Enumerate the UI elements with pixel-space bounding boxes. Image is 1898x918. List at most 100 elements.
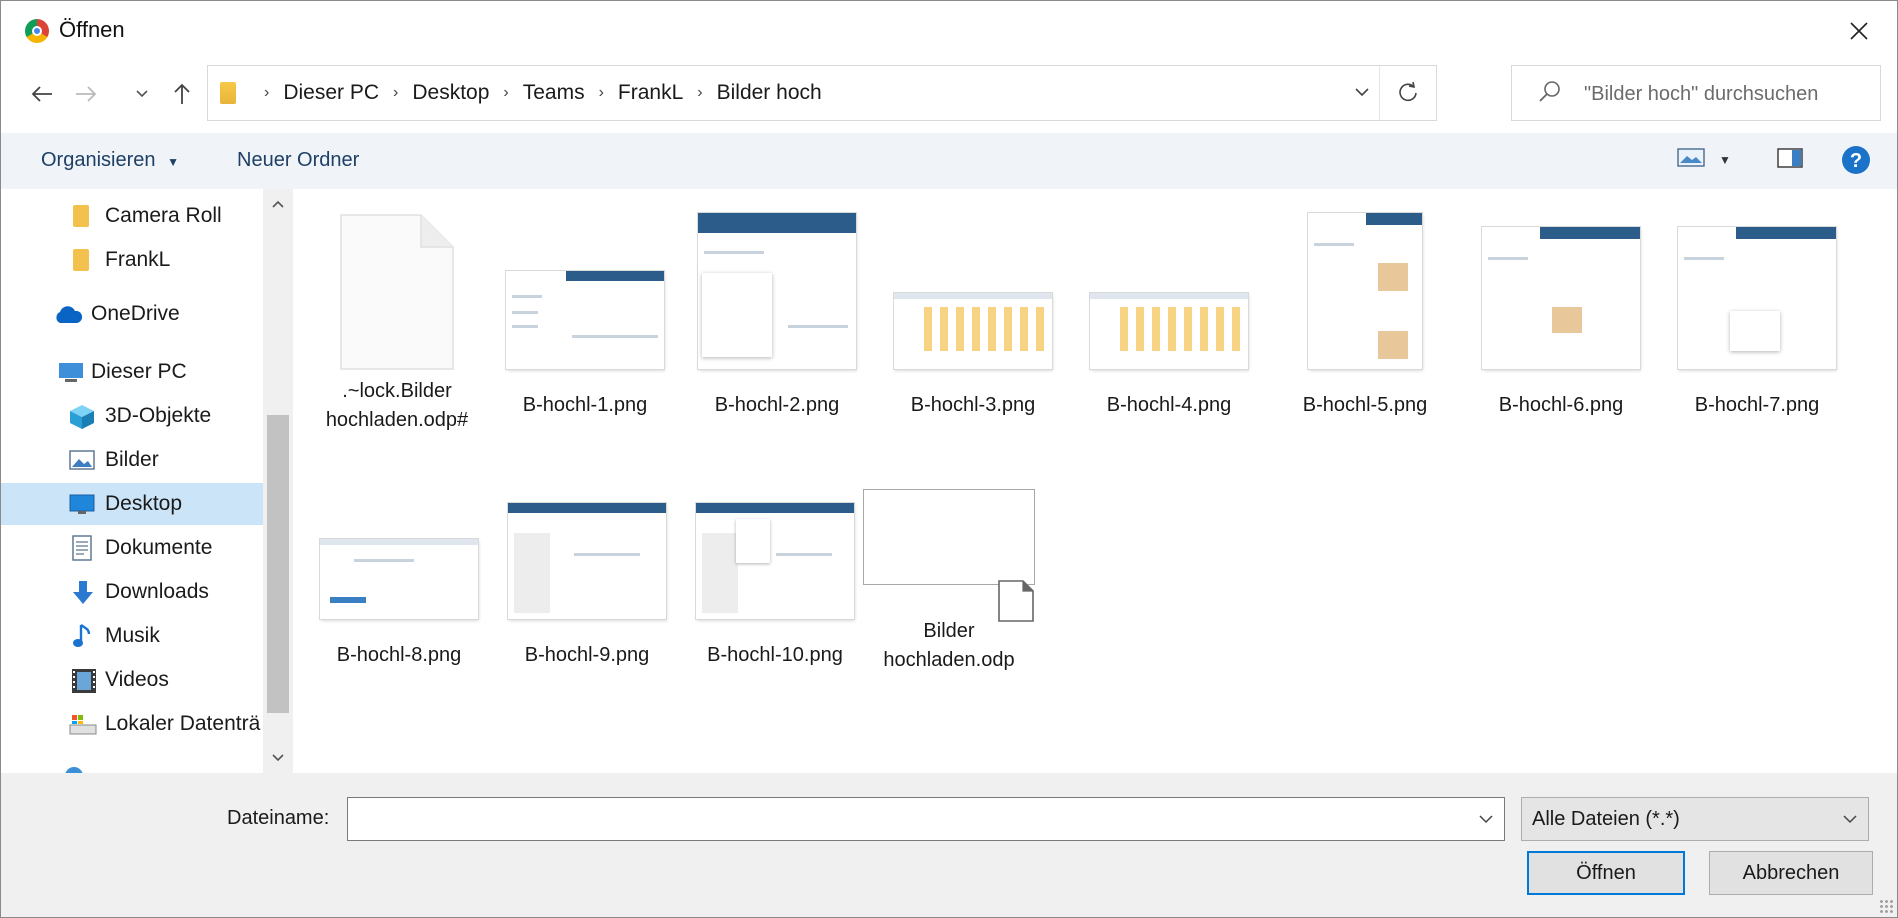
image-thumbnail [894, 293, 1052, 369]
music-icon [73, 624, 91, 647]
file-name: .~lock.Bilder hochladen.odp# [325, 380, 469, 431]
filename-dropdown-button[interactable] [1478, 808, 1494, 835]
breadcrumb-item[interactable]: FrankL [618, 81, 683, 105]
close-button[interactable] [1839, 11, 1879, 51]
breadcrumb-item[interactable]: Teams [523, 81, 585, 105]
help-button[interactable]: ? [1841, 145, 1871, 180]
chevron-right-icon[interactable]: › [599, 84, 604, 102]
thumbnail-titlebar [508, 503, 666, 513]
thumbnail-line [788, 325, 848, 328]
presentation-file-icon [998, 580, 1034, 622]
back-button[interactable] [27, 79, 57, 109]
breadcrumb-item[interactable]: Dieser PC [283, 81, 379, 105]
chevron-right-icon[interactable]: › [393, 84, 398, 102]
pictures-icon [69, 450, 95, 470]
filename-input[interactable] [354, 804, 1458, 836]
filetype-select[interactable]: Alle Dateien (*.*) [1521, 797, 1869, 841]
sidebar-item-pictures[interactable]: Bilder [1, 439, 263, 481]
image-thumbnail [698, 213, 856, 369]
file-name: B-hochl-1.png [522, 394, 648, 416]
file-item[interactable]: Bilder hochladen.odp [859, 489, 1039, 675]
file-item[interactable]: B-hochl-6.png [1471, 227, 1651, 420]
recent-locations-button[interactable] [131, 79, 153, 109]
search-input[interactable] [1582, 76, 1876, 112]
preview-pane-button[interactable] [1777, 147, 1803, 174]
resize-grip[interactable] [1879, 899, 1893, 913]
chevron-right-icon[interactable]: › [503, 84, 508, 102]
up-button[interactable] [167, 79, 197, 109]
file-item[interactable]: B-hochl-1.png [495, 271, 675, 420]
refresh-button[interactable] [1379, 66, 1436, 120]
arrow-up-icon [174, 83, 190, 104]
thumbnail-content [1120, 307, 1240, 351]
image-thumbnail [696, 503, 854, 619]
new-folder-button[interactable]: Neuer Ordner [237, 149, 359, 172]
address-history-button[interactable] [1350, 80, 1374, 104]
forward-button[interactable] [71, 79, 101, 109]
image-thumbnail [1482, 227, 1640, 369]
file-item[interactable]: B-hochl-2.png [687, 213, 867, 420]
sidebar-item-this-pc[interactable]: Dieser PC [1, 351, 263, 393]
breadcrumb-item[interactable]: Bilder hoch [717, 81, 822, 105]
sidebar-scrollbar[interactable] [263, 189, 293, 773]
thumbnail-titlebar [1090, 293, 1248, 299]
folder-icon [220, 82, 236, 104]
sidebar-item-videos[interactable]: Videos [1, 659, 263, 701]
thumbnail-menu [702, 273, 772, 357]
breadcrumb-item[interactable]: Desktop [412, 81, 489, 105]
view-icon [1677, 148, 1705, 167]
sidebar-item-frankl[interactable]: FrankL [1, 239, 263, 281]
file-item[interactable]: B-hochl-5.png [1275, 213, 1455, 420]
sidebar-item-downloads[interactable]: Downloads [1, 571, 263, 613]
sidebar-item-network[interactable] [1, 755, 263, 773]
view-options-button[interactable]: ▼ [1719, 151, 1731, 169]
file-item[interactable]: B-hochl-10.png [685, 503, 865, 670]
file-item[interactable]: B-hochl-8.png [309, 539, 489, 670]
sidebar-item-3d-objects[interactable]: 3D-Objekte [1, 395, 263, 437]
filename-combobox[interactable] [347, 797, 1505, 841]
change-view-button[interactable] [1677, 147, 1707, 174]
file-item[interactable]: B-hochl-4.png [1079, 293, 1259, 420]
thumbnail-line [704, 251, 764, 254]
sidebar-item-local-disk[interactable]: Lokaler Datenträ [1, 703, 263, 745]
dialog-footer [1, 773, 1897, 917]
file-item[interactable]: B-hochl-7.png [1667, 227, 1847, 420]
image-thumbnail [1090, 293, 1248, 369]
sidebar-item-music[interactable]: Musik [1, 615, 263, 657]
chevron-right-icon[interactable]: › [264, 84, 269, 102]
download-icon [73, 581, 93, 604]
file-item[interactable]: B-hochl-9.png [497, 503, 677, 670]
file-name: B-hochl-7.png [1694, 394, 1820, 416]
open-button[interactable]: Öffnen [1527, 851, 1685, 895]
thumbnail-selection [330, 597, 366, 603]
thumbnail-titlebar [698, 213, 856, 233]
thumbnail-titlebar [1540, 227, 1640, 239]
thumbnail-line [574, 553, 640, 556]
sidebar-item-onedrive[interactable]: OneDrive [1, 293, 263, 335]
file-item[interactable]: B-hochl-3.png [883, 293, 1063, 420]
chrome-icon [25, 19, 49, 43]
scroll-down-button[interactable] [263, 743, 293, 773]
chevron-down-icon [136, 90, 148, 98]
presentation-thumbnail [863, 489, 1035, 622]
scroll-thumb[interactable] [267, 415, 289, 713]
sidebar-item-documents[interactable]: Dokumente [1, 527, 263, 569]
image-thumbnail [1308, 213, 1422, 369]
sidebar-item-camera-roll[interactable]: Camera Roll [1, 195, 263, 237]
cloud-icon [56, 306, 83, 323]
thumbnail-line [512, 325, 538, 328]
search-box[interactable] [1511, 65, 1881, 121]
thumbnail-line [512, 295, 542, 298]
thumbnail-line [512, 311, 538, 314]
file-item[interactable]: .~lock.Bilder hochladen.odp# [307, 213, 487, 435]
address-bar[interactable]: › Dieser PC › Desktop › Teams › FrankL ›… [207, 65, 1437, 121]
chevron-right-icon[interactable]: › [697, 84, 702, 102]
sidebar-item-desktop[interactable]: Desktop [1, 483, 263, 525]
thumbnail-line [776, 553, 832, 556]
organize-button[interactable]: Organisieren ▼ [41, 149, 179, 172]
desktop-icon [69, 494, 95, 514]
thumbnail-line [354, 559, 414, 562]
cancel-button[interactable]: Abbrechen [1709, 851, 1873, 895]
filetype-dropdown-button[interactable] [1842, 808, 1858, 835]
scroll-up-button[interactable] [263, 189, 293, 219]
